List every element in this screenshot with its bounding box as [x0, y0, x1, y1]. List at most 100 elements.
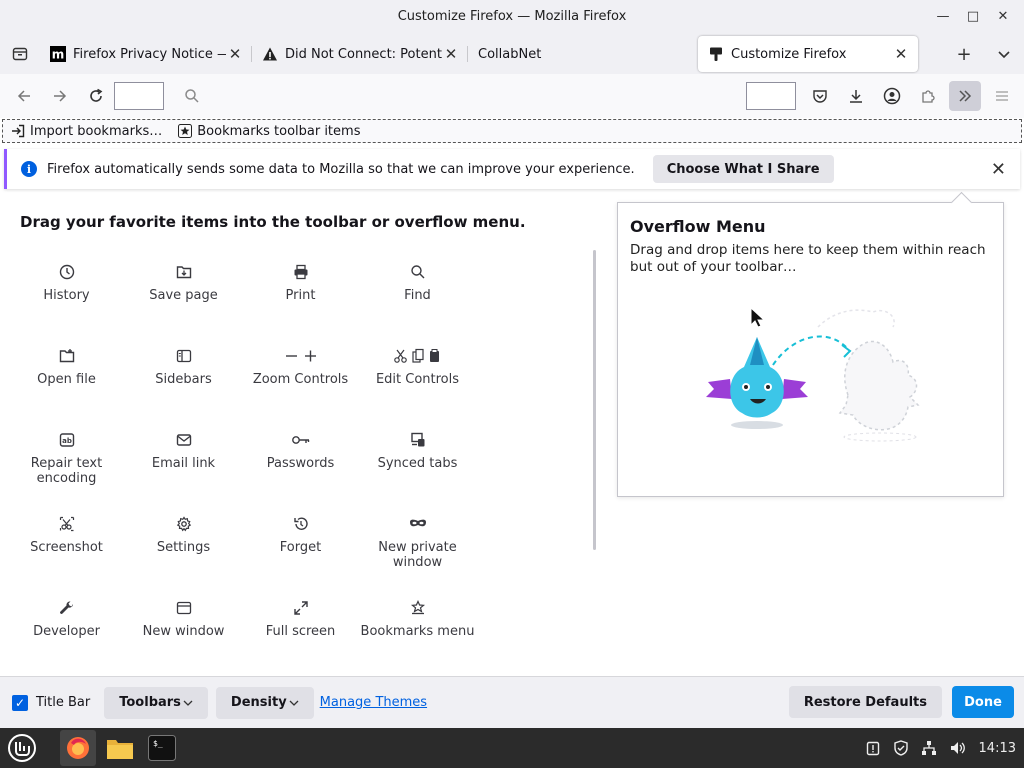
bookmarks-toolbar-items-label: Bookmarks toolbar items — [197, 123, 361, 139]
palette-item-label: Screenshot — [30, 540, 103, 555]
palette-item-label: Edit Controls — [375, 372, 460, 387]
close-tab-icon[interactable]: ✕ — [892, 45, 910, 63]
title-bar-label: Title Bar — [36, 695, 91, 710]
network-icon[interactable] — [921, 740, 937, 756]
firefox-view-button[interactable] — [0, 34, 40, 74]
list-all-tabs-icon[interactable] — [984, 34, 1024, 74]
pocket-icon[interactable] — [802, 80, 838, 112]
palette-item-label: Find — [404, 288, 431, 303]
svg-text:$_: $_ — [153, 739, 163, 748]
title-bar-checkbox[interactable]: ✓ — [12, 694, 28, 711]
import-bookmarks-label: Import bookmarks… — [30, 123, 163, 139]
overflow-menu-icon[interactable] — [949, 81, 981, 111]
back-icon[interactable] — [6, 80, 42, 112]
hamburger-menu-icon[interactable] — [984, 80, 1020, 112]
mouse-pointer-icon — [750, 307, 766, 328]
magnifier-icon — [359, 262, 476, 282]
palette-item-new-window[interactable]: New window — [125, 598, 242, 639]
palette-item-print[interactable]: Print — [242, 262, 359, 303]
flexible-space-placeholder[interactable] — [746, 82, 796, 110]
palette-item-label: Print — [285, 288, 316, 303]
clock-icon — [8, 262, 125, 282]
palette-item-screenshot[interactable]: Screenshot — [8, 514, 125, 555]
shield-icon[interactable] — [893, 740, 909, 756]
palette-item-passwords[interactable]: Passwords — [242, 430, 359, 471]
palette-item-settings[interactable]: Settings — [125, 514, 242, 555]
volume-icon[interactable] — [949, 740, 967, 756]
extensions-icon[interactable] — [910, 80, 946, 112]
warning-icon — [262, 46, 278, 62]
palette-item-save-page[interactable]: Save page — [125, 262, 242, 303]
terminal-taskbar-icon[interactable]: $_ — [144, 730, 180, 766]
tab-customize-firefox[interactable]: Customize Firefox ✕ — [698, 36, 918, 72]
chevron-down-icon — [183, 700, 193, 706]
palette-item-label: Synced tabs — [377, 456, 458, 471]
choose-what-i-share-button[interactable]: Choose What I Share — [652, 155, 834, 183]
downloads-icon[interactable] — [838, 80, 874, 112]
synced-tabs-icon — [359, 430, 476, 450]
close-window-icon[interactable]: ✕ — [990, 4, 1016, 30]
palette-item-label: History — [43, 288, 90, 303]
palette-item-open-file[interactable]: Open file — [8, 346, 125, 387]
toolbars-dropdown[interactable]: Toolbars — [104, 686, 208, 719]
search-icon — [185, 89, 199, 103]
density-dropdown[interactable]: Density — [215, 686, 314, 719]
palette-item-zoom-controls[interactable]: Zoom Controls — [242, 346, 359, 387]
mint-menu-icon[interactable] — [4, 730, 40, 766]
close-tab-icon[interactable]: ✕ — [442, 45, 460, 63]
palette-item-find[interactable]: Find — [359, 262, 476, 303]
clock[interactable]: 14:13 — [979, 741, 1016, 756]
open-folder-icon — [8, 346, 125, 366]
forward-icon[interactable] — [42, 80, 78, 112]
palette-item-forget[interactable]: Forget — [242, 514, 359, 555]
palette-item-sidebars[interactable]: Sidebars — [125, 346, 242, 387]
palette-item-developer[interactable]: Developer — [8, 598, 125, 639]
close-tab-icon[interactable]: ✕ — [226, 45, 244, 63]
paintbrush-icon — [708, 46, 724, 62]
palette-item-new-private-window[interactable]: New private window — [359, 514, 476, 570]
bookmarks-toolbar-items[interactable]: Bookmarks toolbar items — [170, 124, 368, 139]
window-titlebar: Customize Firefox — Mozilla Firefox — □ … — [0, 0, 1024, 34]
palette-item-label: Email link — [151, 456, 216, 471]
restore-defaults-button[interactable]: Restore Defaults — [788, 686, 942, 718]
manage-themes-link[interactable]: Manage Themes — [320, 695, 427, 710]
clipboard-icon[interactable] — [865, 740, 881, 756]
firefox-taskbar-icon[interactable] — [60, 730, 96, 766]
import-bookmarks-button[interactable]: Import bookmarks… — [3, 124, 170, 139]
overflow-menu-panel: Overflow Menu Drag and drop items here t… — [617, 202, 1004, 497]
palette-item-label: New window — [142, 624, 225, 639]
reload-icon[interactable] — [78, 80, 114, 112]
account-icon[interactable] — [874, 80, 910, 112]
done-button[interactable]: Done — [952, 686, 1014, 718]
svg-text:m: m — [52, 48, 65, 62]
palette-item-edit-controls[interactable]: Edit Controls — [359, 346, 476, 387]
palette-item-history[interactable]: History — [8, 262, 125, 303]
minimize-icon[interactable]: — — [930, 4, 956, 30]
files-taskbar-icon[interactable] — [102, 730, 138, 766]
os-taskbar: $_ 14:13 — [0, 728, 1024, 768]
bookmark-star-icon — [359, 598, 476, 618]
tab-privacy-notice[interactable]: m Firefox Privacy Notice — Mo ✕ — [40, 36, 252, 72]
palette-item-label: Full screen — [265, 624, 336, 639]
close-notification-icon[interactable]: ✕ — [991, 159, 1006, 180]
palette-item-label: Save page — [149, 288, 218, 303]
maximize-icon[interactable]: □ — [960, 4, 986, 30]
window-title: Customize Firefox — Mozilla Firefox — [397, 9, 627, 24]
palette-item-repair-text-encoding[interactable]: ab Repair text encoding — [8, 430, 125, 486]
palette-item-bookmarks-menu[interactable]: Bookmarks menu — [359, 598, 476, 639]
home-button-placeholder[interactable] — [114, 82, 164, 110]
tab-did-not-connect[interactable]: Did Not Connect: Potential ✕ — [252, 36, 468, 72]
tab-collabnet[interactable]: CollabNet — [468, 36, 692, 72]
palette-item-synced-tabs[interactable]: Synced tabs — [359, 430, 476, 471]
forget-icon — [242, 514, 359, 534]
palette-item-label: Zoom Controls — [252, 372, 349, 387]
palette-item-label: Sidebars — [155, 372, 212, 387]
window-icon — [125, 598, 242, 618]
chevron-down-icon — [289, 700, 299, 706]
palette-item-full-screen[interactable]: Full screen — [242, 598, 359, 639]
url-bar[interactable] — [172, 81, 732, 111]
customize-footer: ✓ Title Bar Toolbars Density Manage Them… — [0, 676, 1024, 728]
palette-scrollbar[interactable] — [593, 250, 596, 550]
palette-item-email-link[interactable]: Email link — [125, 430, 242, 471]
new-tab-icon[interactable]: + — [944, 34, 984, 74]
